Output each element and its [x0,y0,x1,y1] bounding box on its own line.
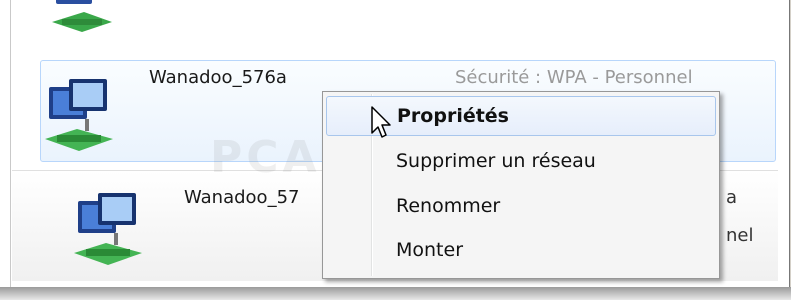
menu-item-renommer[interactable]: Renommer [326,186,716,226]
network-row-partial[interactable] [12,0,778,50]
network-connection-icon [52,0,112,32]
network-security-fragment: a [726,187,738,208]
network-name: Wanadoo_57 [184,187,300,208]
network-connection-icon [45,79,113,151]
mouse-cursor-icon [371,106,391,138]
window-bottom-edge [0,287,791,300]
menu-item-monter[interactable]: Monter [326,230,716,270]
network-security: Sécurité : WPA - Personnel [455,67,693,88]
network-connection-icon [74,193,142,265]
panel-edge [10,0,11,287]
network-security-fragment: nel [726,225,754,246]
network-name: Wanadoo_576a [149,67,287,88]
menu-item-supprimer[interactable]: Supprimer un réseau [326,141,716,181]
